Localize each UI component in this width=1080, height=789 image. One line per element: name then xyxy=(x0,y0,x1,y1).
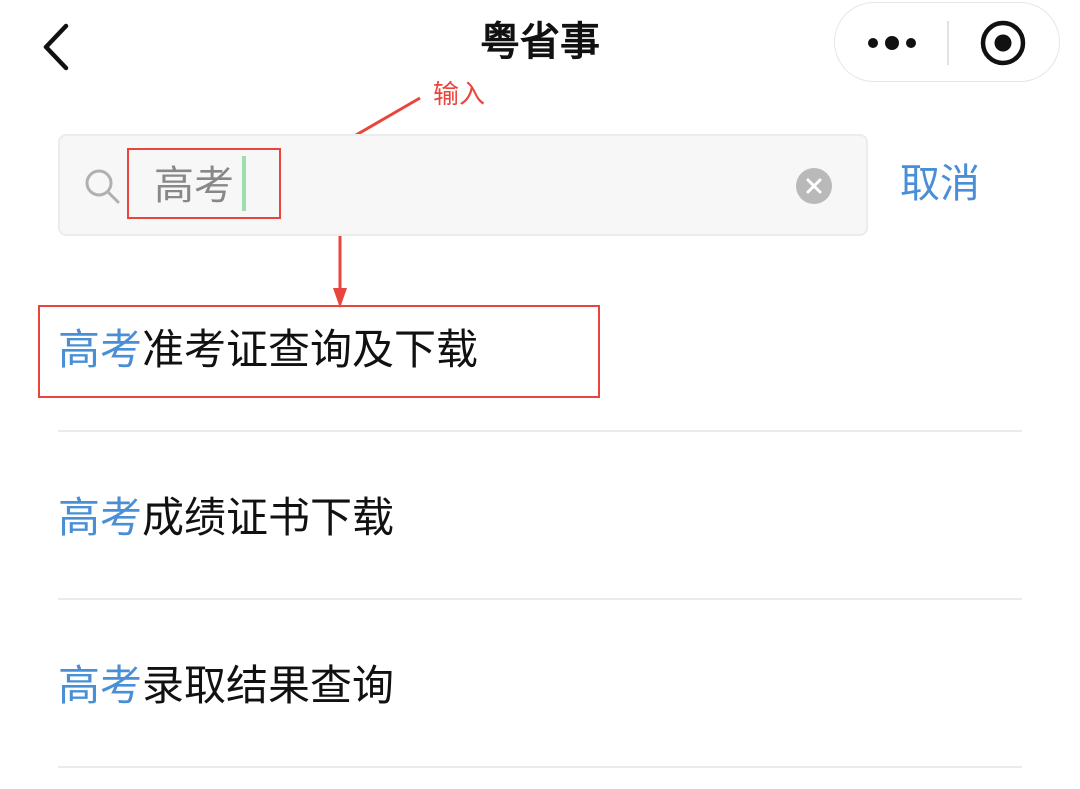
more-icon[interactable] xyxy=(865,29,919,57)
result-label: 成绩证书下载 xyxy=(142,493,395,542)
result-text: 高考录取结果查询 xyxy=(58,658,394,714)
clear-icon[interactable] xyxy=(796,168,832,204)
close-miniprogram-icon[interactable] xyxy=(979,19,1027,67)
annotation-label: 输入 xyxy=(433,80,486,110)
result-divider xyxy=(58,766,1022,768)
result-label: 准考证查询及下载 xyxy=(142,325,479,374)
search-icon xyxy=(85,169,120,204)
result-label: 录取结果查询 xyxy=(142,661,395,710)
result-divider xyxy=(58,430,1022,432)
result-text: 高考成绩证书下载 xyxy=(58,490,394,546)
result-divider xyxy=(58,598,1022,600)
result-item[interactable]: 高考录取结果查询 xyxy=(58,638,1022,768)
cancel-button[interactable]: 取消 xyxy=(900,156,980,212)
result-keyword: 高考 xyxy=(58,493,143,542)
capsule-divider xyxy=(947,21,949,65)
text-caret xyxy=(242,156,246,211)
result-item[interactable]: 高考成绩证书下载 xyxy=(58,470,1022,600)
result-item[interactable]: 高考准考证查询及下载 xyxy=(58,302,1022,432)
search-box[interactable] xyxy=(58,134,868,236)
result-keyword: 高考 xyxy=(58,661,143,710)
result-keyword: 高考 xyxy=(58,325,143,374)
result-text: 高考准考证查询及下载 xyxy=(58,322,478,378)
mini-program-capsule xyxy=(834,2,1060,82)
